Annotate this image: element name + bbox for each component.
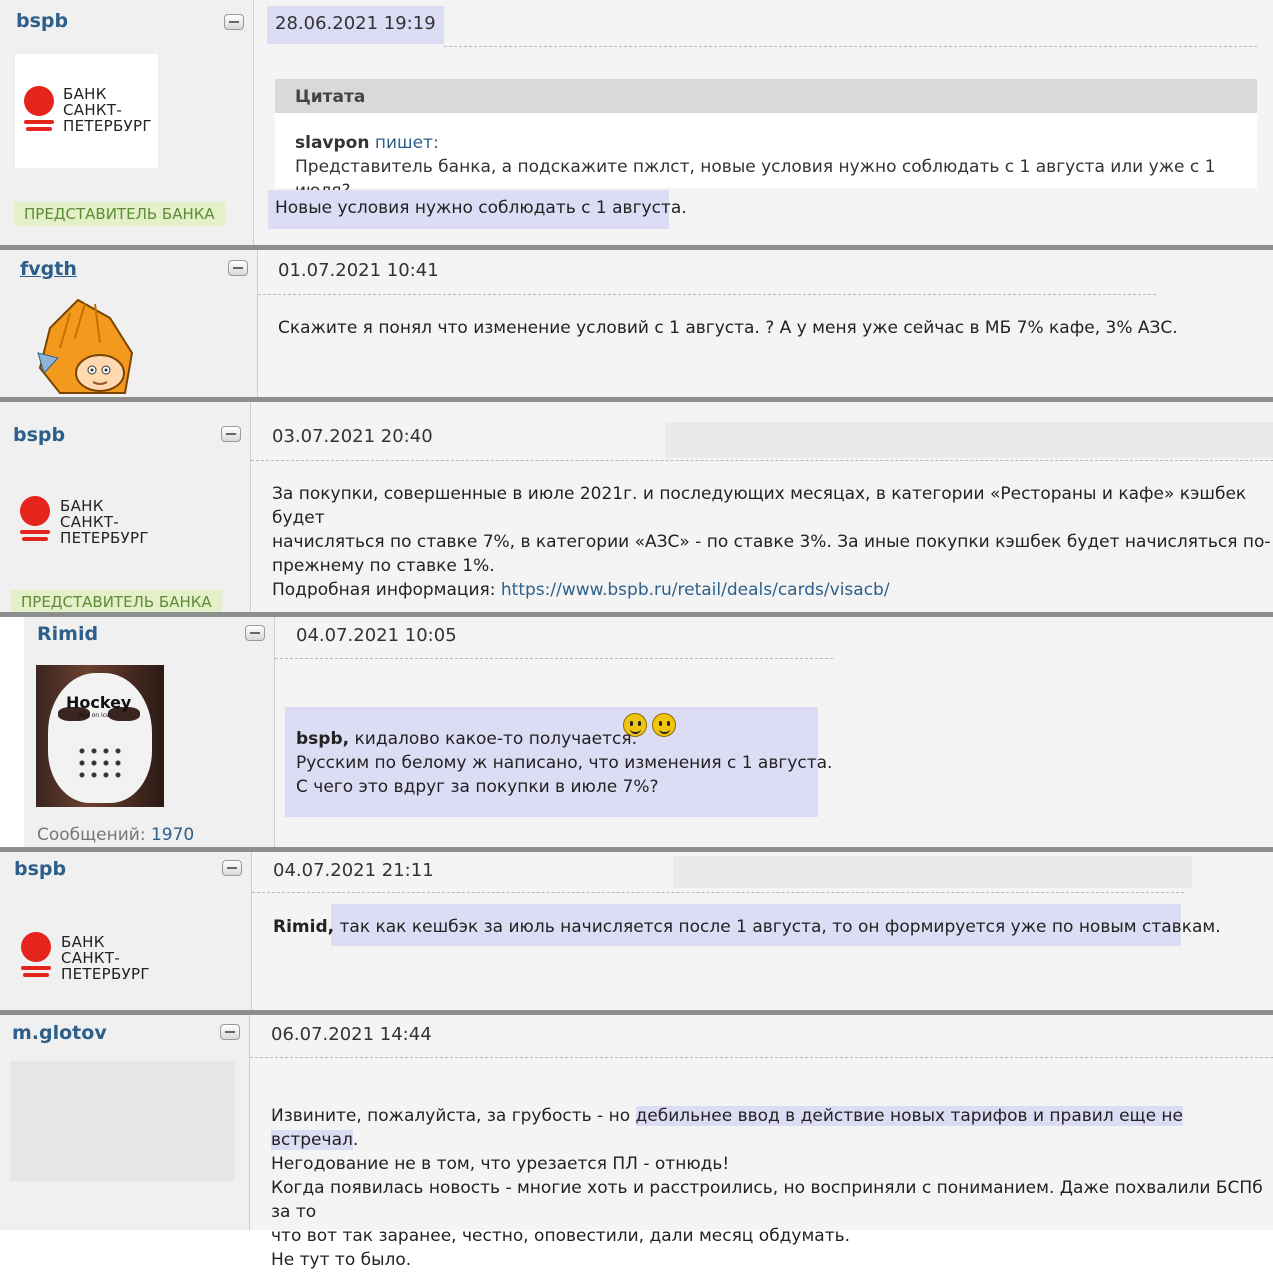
post-text: Скажите я понял что изменение условий с … (278, 318, 1178, 338)
post-date: 04.07.2021 10:05 (296, 625, 457, 646)
author-name[interactable]: fvgth (20, 258, 77, 280)
post-4: Rimid Hockey War on Ice Сообщений: 1970 … (0, 617, 1273, 847)
post-date: 04.07.2021 21:11 (273, 860, 434, 881)
collapse-icon[interactable] (222, 860, 242, 876)
details-link[interactable]: https://www.bspb.ru/retail/deals/cards/v… (501, 580, 890, 600)
collapse-icon[interactable] (224, 14, 244, 30)
quote-header: Цитата (275, 79, 1257, 113)
post-date: 06.07.2021 14:44 (271, 1024, 432, 1045)
bank-logo: БАНК САНКТ- ПЕТЕРБУРГ (15, 926, 155, 990)
logo-text: БАНК САНКТ- ПЕТЕРБУРГ (63, 85, 152, 135)
cartoon-avatar-icon (37, 298, 134, 394)
bank-logo: БАНК САНКТ- ПЕТЕРБУРГ (15, 54, 158, 168)
author-name[interactable]: bspb (14, 858, 66, 880)
author-name[interactable]: bspb (16, 10, 68, 32)
post-date: 28.06.2021 19:19 (275, 13, 436, 34)
collapse-icon[interactable] (245, 625, 265, 641)
quote-says: пишет: (374, 133, 439, 153)
bank-representative-badge: ПРЕДСТАВИТЕЛЬ БАНКА (14, 202, 225, 226)
addressee[interactable]: bspb, (296, 729, 349, 749)
author-name[interactable]: m.glotov (12, 1022, 107, 1044)
post-text: bspb, кидалово какое-то получается. Русс… (296, 729, 833, 797)
collapse-icon[interactable] (220, 1024, 240, 1040)
logo-text: БАНК САНКТ- ПЕТЕРБУРГ (60, 497, 149, 547)
author-name[interactable]: Rimid (37, 623, 98, 645)
addressee[interactable]: Rimid, (273, 917, 334, 937)
post-text: Новые условия нужно соблюдать с 1 август… (275, 198, 687, 218)
post-text: Rimid, так как кешбэк за июль начисляетс… (273, 917, 1221, 937)
post-date: 03.07.2021 20:40 (272, 426, 433, 447)
message-count: Сообщений: 1970 (37, 825, 195, 845)
post-2: fvgth 01.07.2021 10:41 Скажите я понял ч… (0, 250, 1273, 397)
post-1: bspb БАНК САНКТ- ПЕТЕРБУРГ ПРЕДСТАВИТЕЛЬ Б… (0, 0, 1273, 245)
avatar-placeholder (10, 1061, 235, 1181)
hockey-mask-avatar: Hockey War on Ice (36, 665, 164, 807)
collapse-icon[interactable] (221, 426, 241, 442)
author-name[interactable]: bspb (13, 424, 65, 446)
post-date: 01.07.2021 10:41 (278, 260, 439, 281)
post-text: За покупки, совершенные в июле 2021г. и … (272, 484, 1271, 600)
avatar-subtitle: War on Ice (78, 712, 110, 719)
bank-logo: БАНК САНКТ- ПЕТЕРБУРГ (14, 490, 154, 554)
quote-author[interactable]: slavpon (295, 133, 369, 153)
logo-text: БАНК САНКТ- ПЕТЕРБУРГ (61, 933, 150, 983)
avatar-title: Hockey (66, 693, 132, 712)
bank-representative-badge: ПРЕДСТАВИТЕЛЬ БАНКА (11, 590, 222, 614)
post-text: Извините, пожалуйста, за грубость - но д… (271, 1106, 1263, 1270)
collapse-icon[interactable] (228, 260, 248, 276)
post-5: bspb БАНК САНКТ- ПЕТЕРБУРГ 04.07.2021 21:1… (0, 852, 1273, 1010)
info-label: Подробная информация: (272, 580, 496, 600)
post-3: bspb БАНК САНКТ- ПЕТЕРБУРГ ПРЕДСТАВИТЕЛЬ Б… (0, 402, 1273, 614)
post-6: m.glotov 06.07.2021 14:44 Извините, пожа… (0, 1015, 1273, 1270)
quote-body: slavpon пишет: Представитель банка, а по… (275, 113, 1257, 201)
